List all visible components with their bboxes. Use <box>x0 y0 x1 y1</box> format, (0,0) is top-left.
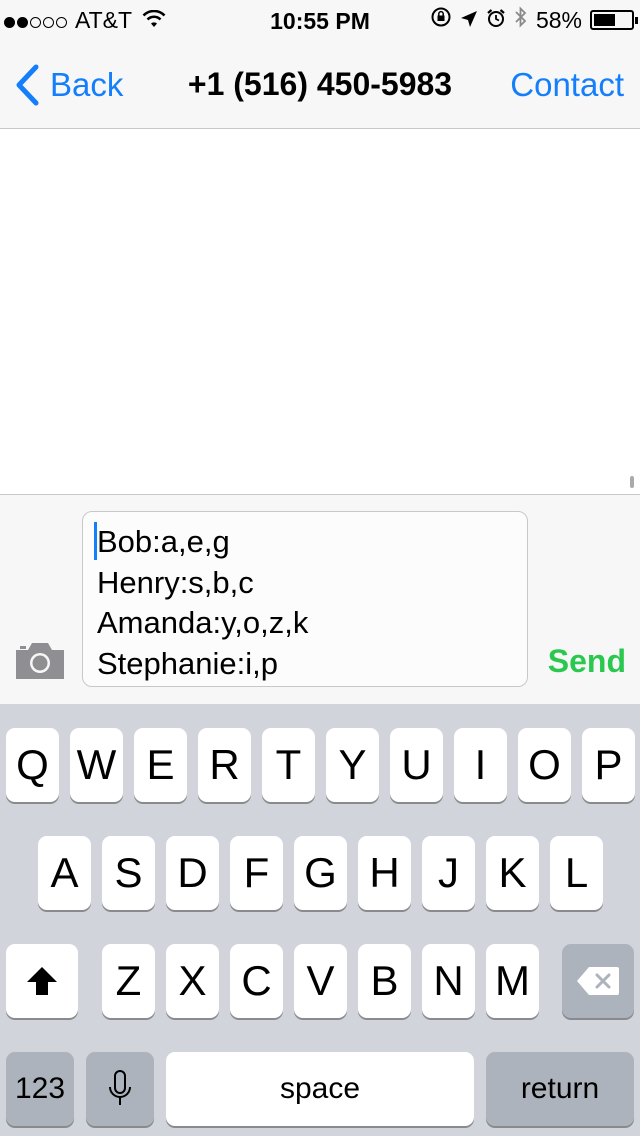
alarm-icon <box>486 7 506 34</box>
contact-button[interactable]: Contact <box>510 66 624 104</box>
key-x[interactable]: X <box>166 944 219 1018</box>
key-k[interactable]: K <box>486 836 539 910</box>
compose-bar: Bob:a,e,g Henry:s,b,c Amanda:y,o,z,k Ste… <box>0 494 640 705</box>
keyboard: Q W E R T Y U I O P A S D F G H J K L Z … <box>0 704 640 1136</box>
key-j[interactable]: J <box>422 836 475 910</box>
message-line: Amanda:y,o,z,k <box>97 605 309 640</box>
key-g[interactable]: G <box>294 836 347 910</box>
key-b[interactable]: B <box>358 944 411 1018</box>
key-a[interactable]: A <box>38 836 91 910</box>
send-button[interactable]: Send <box>548 643 626 680</box>
camera-button[interactable] <box>14 641 66 686</box>
message-line: Stephanie:i,p <box>97 645 278 681</box>
bluetooth-icon <box>514 6 528 34</box>
key-v[interactable]: V <box>294 944 347 1018</box>
message-line: Henry:s,b,c <box>97 564 254 600</box>
key-u[interactable]: U <box>390 728 443 802</box>
battery-percent: 58% <box>535 6 582 33</box>
key-h[interactable]: H <box>358 836 411 910</box>
message-line: Bob:a,e,g <box>94 522 513 563</box>
shift-arrow-icon <box>27 967 57 995</box>
key-q[interactable]: Q <box>6 728 59 802</box>
return-key[interactable]: return <box>486 1052 634 1126</box>
key-m[interactable]: M <box>486 944 539 1018</box>
location-icon <box>460 7 478 34</box>
status-right: 58% <box>430 6 638 34</box>
space-key[interactable]: space <box>166 1052 474 1126</box>
battery-icon <box>590 10 638 30</box>
navigation-bar: Back +1 (516) 450-5983 Contact <box>0 40 640 129</box>
status-bar: AT&T 10:55 PM 58% <box>0 0 640 40</box>
scrollbar[interactable] <box>630 476 634 488</box>
key-w[interactable]: W <box>70 728 123 802</box>
dictation-key[interactable] <box>86 1052 154 1126</box>
key-n[interactable]: N <box>422 944 475 1018</box>
messages-area[interactable] <box>0 129 640 494</box>
key-i[interactable]: I <box>454 728 507 802</box>
key-t[interactable]: T <box>262 728 315 802</box>
message-input[interactable]: Bob:a,e,g Henry:s,b,c Amanda:y,o,z,k Ste… <box>82 511 528 687</box>
key-z[interactable]: Z <box>102 944 155 1018</box>
key-y[interactable]: Y <box>326 728 379 802</box>
key-d[interactable]: D <box>166 836 219 910</box>
delete-key[interactable] <box>562 944 634 1018</box>
key-s[interactable]: S <box>102 836 155 910</box>
key-e[interactable]: E <box>134 728 187 802</box>
orientation-lock-icon <box>430 6 452 34</box>
backspace-icon <box>577 967 619 995</box>
key-f[interactable]: F <box>230 836 283 910</box>
key-c[interactable]: C <box>230 944 283 1018</box>
key-p[interactable]: P <box>582 728 635 802</box>
shift-key[interactable] <box>6 944 78 1018</box>
numbers-key[interactable]: 123 <box>6 1052 74 1126</box>
key-l[interactable]: L <box>550 836 603 910</box>
key-o[interactable]: O <box>518 728 571 802</box>
microphone-icon <box>109 1070 131 1105</box>
camera-icon <box>16 643 64 679</box>
key-r[interactable]: R <box>198 728 251 802</box>
